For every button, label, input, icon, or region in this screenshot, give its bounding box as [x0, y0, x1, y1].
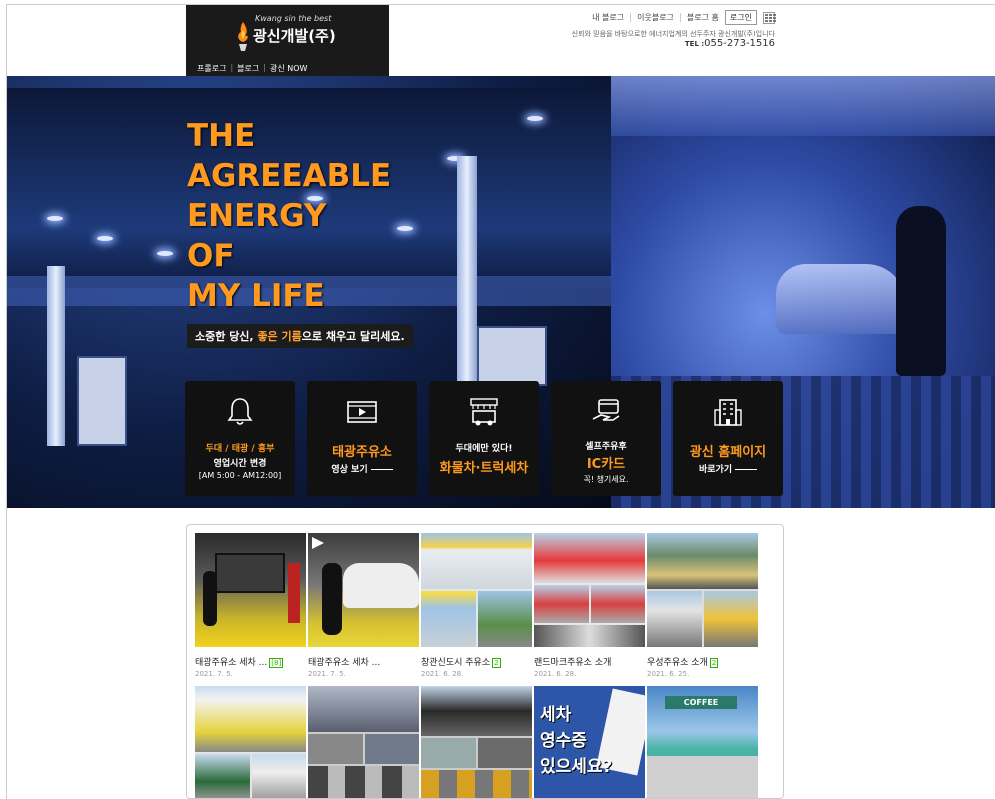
hero-slogan: 소중한 당신, 좋은 기름으로 채우고 달리세요. [187, 324, 413, 348]
video-icon [347, 401, 377, 423]
receipt-overlay-text: 세차 영수증 있으세요? [540, 705, 613, 777]
menu-now[interactable]: 광신 NOW [270, 63, 307, 74]
logo-subtitle: Kwang sin the best [255, 14, 332, 23]
post-thumbnail[interactable] [421, 686, 532, 798]
apps-grid-icon[interactable] [763, 11, 776, 24]
login-button[interactable]: 로그인 [724, 10, 757, 25]
truck-wash-icon [470, 398, 498, 426]
post-thumbnail[interactable] [308, 686, 419, 798]
post-thumbnail[interactable] [647, 533, 758, 647]
business-hours-card[interactable]: 두대 / 태광 / 흥부 영업시간 변경 [AM 5:00 - AM12:00] [185, 381, 295, 496]
blog-home-link[interactable]: 블로그 홈 [687, 12, 719, 23]
post-item[interactable] [421, 686, 532, 798]
neighbor-blog-link[interactable]: 이웃블로그 [637, 12, 674, 23]
post-item[interactable] [195, 686, 306, 798]
post-date: 2021. 7. 5. [195, 670, 233, 678]
my-blog-link[interactable]: 내 블로그 [592, 12, 624, 23]
post-item[interactable]: 우성주유소 소개 2 2021. 6. 25. [647, 533, 758, 686]
ic-card-card[interactable]: 셀프주유후 IC카드 꼭! 챙기세요. [551, 381, 661, 496]
phone-number: TEL :055-273-1516 [684, 38, 775, 49]
post-thumbnail[interactable] [195, 533, 306, 647]
post-thumbnail[interactable]: 세차 영수증 있으세요? [534, 686, 645, 798]
post-title[interactable]: 태광주유소 세차 ... [195, 658, 267, 668]
homepage-card[interactable]: 광신 홈페이지 바로가기 [673, 381, 783, 496]
post-date: 2021. 6. 25. [647, 670, 690, 678]
post-title[interactable]: 태광주유소 세차 ... [308, 658, 380, 668]
logo-title: 광신개발(주) [253, 27, 336, 45]
menu-blog[interactable]: 블로그 [237, 63, 259, 74]
top-links: 내 블로그 이웃블로그 블로그 홈 로그인 [592, 10, 776, 25]
comment-count-badge: [8] [269, 658, 284, 668]
post-item[interactable]: COFFEE [647, 686, 758, 798]
hero-headline: THE AGREEABLE ENERGY OF MY LIFE [187, 118, 392, 314]
card-hand-icon [592, 399, 620, 421]
post-thumbnail[interactable] [308, 533, 419, 647]
post-title[interactable]: 우성주유소 소개 [647, 658, 708, 668]
blog-menu: 프롤로그 | 블로그 | 광신 NOW [197, 63, 308, 74]
post-date: 2021. 6. 28. [534, 670, 577, 678]
coffee-sign: COFFEE [665, 696, 737, 709]
post-thumbnail[interactable] [195, 686, 306, 798]
truck-wash-card[interactable]: 두대에만 있다! 화물차·트럭세차 [429, 381, 539, 496]
hero-banner: THE AGREEABLE ENERGY OF MY LIFE 소중한 당신, … [7, 76, 995, 508]
post-item[interactable] [308, 686, 419, 798]
building-icon [714, 399, 742, 426]
post-item[interactable]: 창관신도시 주유소 2 2021. 6. 28. [421, 533, 532, 686]
taegwang-video-card[interactable]: 태광주유소 영상 보기 [307, 381, 417, 496]
post-item[interactable]: 태광주유소 세차 ... [8] 2021. 7. 5. [195, 533, 306, 686]
post-title[interactable]: 랜드마크주유소 소개 [534, 658, 611, 668]
post-thumbnail[interactable] [534, 533, 645, 647]
post-item[interactable]: 태광주유소 세차 ... 2021. 7. 5. [308, 533, 419, 686]
menu-prologue[interactable]: 프롤로그 [197, 63, 226, 74]
comment-count-badge: 2 [492, 658, 501, 668]
comment-count-badge: 2 [709, 658, 719, 668]
video-play-icon [312, 537, 324, 549]
post-thumbnail[interactable]: COFFEE [647, 686, 758, 798]
post-title[interactable]: 창관신도시 주유소 [421, 658, 490, 668]
post-thumbnail[interactable] [421, 533, 532, 647]
post-date: 2021. 6. 28. [421, 670, 464, 678]
blog-post-grid: 태광주유소 세차 ... [8] 2021. 7. 5. 태광주유소 세차 ...… [186, 524, 784, 799]
post-item[interactable]: 랜드마크주유소 소개 2021. 6. 28. [534, 533, 645, 686]
bell-icon [227, 398, 253, 425]
post-date: 2021. 7. 5. [308, 670, 346, 678]
hero-cards: 두대 / 태광 / 흥부 영업시간 변경 [AM 5:00 - AM12:00]… [185, 381, 783, 496]
flame-icon [238, 22, 248, 51]
post-item[interactable]: 세차 영수증 있으세요? [534, 686, 645, 798]
